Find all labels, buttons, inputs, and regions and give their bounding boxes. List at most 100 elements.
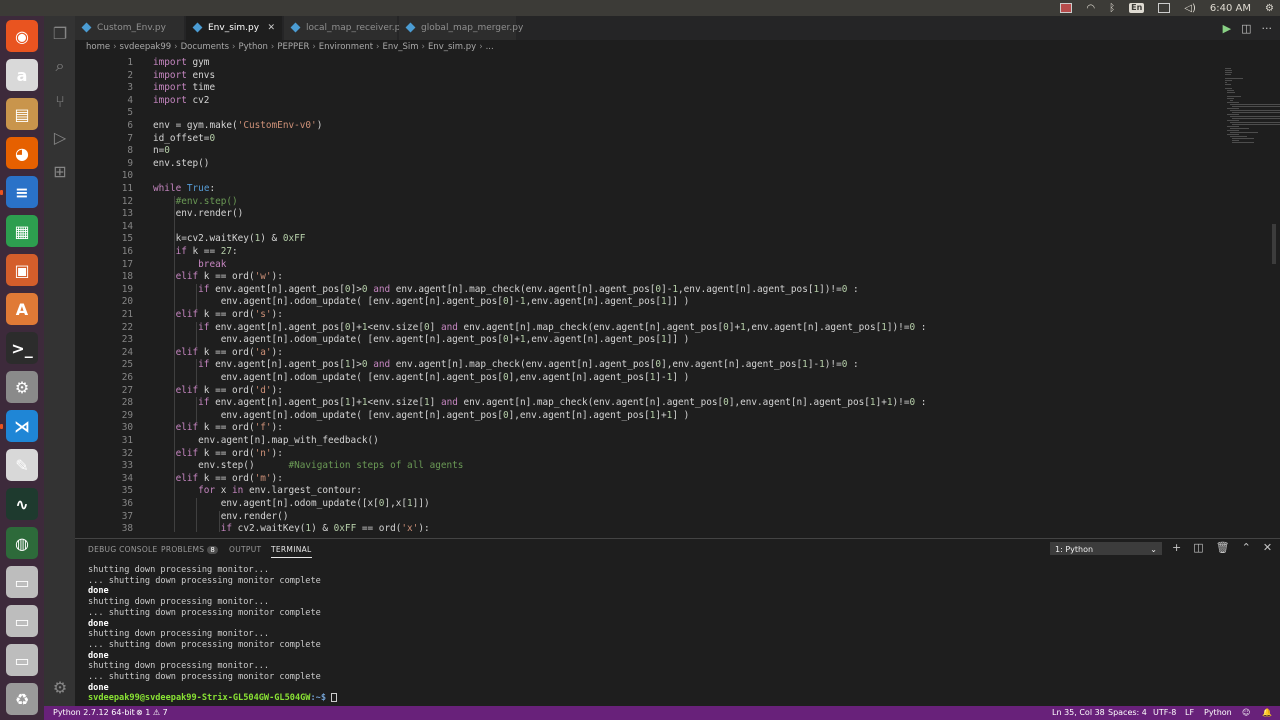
code-line[interactable]: 30 elif k == ord('f'): [75,422,1195,435]
code-line[interactable]: 8 n=0 [75,145,1195,158]
battery-icon[interactable] [1158,3,1171,13]
breadcrumb-item[interactable]: Python [238,42,267,52]
tab-problems[interactable]: PROBLEMS 8 [161,545,219,554]
trash-icon[interactable]: ♻ [6,683,38,715]
code-line[interactable]: 22 if env.agent[n].agent_pos[0]+1<env.si… [75,322,1195,335]
code-line[interactable]: 27 elif k == ord('d'): [75,385,1195,398]
clock[interactable]: 6:40 AM [1210,3,1251,14]
code-line[interactable]: 25 if env.agent[n].agent_pos[1]>0 and en… [75,359,1195,372]
files-icon[interactable]: ▤ [6,98,38,130]
split-terminal-icon[interactable]: ◫ [1193,541,1203,554]
problems-status[interactable]: ⊗ 1 ⚠ 7 [136,706,168,720]
breadcrumb-item[interactable]: ... [486,42,494,52]
software-center-icon[interactable]: A [6,293,38,325]
extensions-icon[interactable]: ⊞ [50,162,70,182]
breadcrumb-item[interactable]: Env_Sim [382,42,418,52]
more-actions-icon[interactable]: ··· [1262,22,1273,35]
code-line[interactable]: 37 env.render() [75,511,1195,524]
impress-icon[interactable]: ▣ [6,254,38,286]
code-line[interactable]: 12 #env.step() [75,196,1195,209]
close-icon[interactable]: ✕ [267,16,275,40]
end-of-line[interactable]: LF [1185,706,1194,720]
terminal-prompt[interactable]: svdeepak99@svdeepak99-Strix-GL504GW-GL50… [88,693,338,704]
python-interpreter[interactable]: Python 2.7.12 64-bit [53,706,135,720]
system-monitor-icon[interactable]: ∿ [6,488,38,520]
amazon-icon[interactable]: a [6,59,38,91]
new-terminal-icon[interactable]: + [1172,541,1181,554]
maximize-panel-icon[interactable]: ⌃ [1242,541,1251,554]
editor-scrollbar[interactable] [1272,224,1276,264]
debug-icon[interactable]: ▷ [50,128,70,148]
breadcrumb-item[interactable]: Env_sim.py [428,42,476,52]
split-editor-icon[interactable]: ◫ [1241,22,1251,35]
power-gear-icon[interactable]: ⚙ [1265,3,1274,14]
code-line[interactable]: 23 env.agent[n].odom_update( [env.agent[… [75,334,1195,347]
code-line[interactable]: 9 env.step() [75,158,1195,171]
code-line[interactable]: 11 while True: [75,183,1195,196]
drive-icon-2[interactable]: ▭ [6,605,38,637]
code-line[interactable]: 34 elif k == ord('m'): [75,473,1195,486]
code-line[interactable]: 3 import time [75,82,1195,95]
code-line[interactable]: 10 [75,170,1195,183]
code-line[interactable]: 2 import envs [75,70,1195,83]
code-line[interactable]: 13 env.render() [75,208,1195,221]
code-line[interactable]: 21 elif k == ord('s'): [75,309,1195,322]
writer-icon[interactable]: ≡ [6,176,38,208]
code-line[interactable]: 16 if k == 27: [75,246,1195,259]
wifi-icon[interactable]: ◠ [1086,3,1095,14]
breadcrumb-item[interactable]: PEPPER [277,42,309,52]
volume-icon[interactable]: ◁) [1184,3,1196,14]
code-line[interactable]: 36 env.agent[n].odom_update([x[0],x[1]]) [75,498,1195,511]
tab-terminal[interactable]: TERMINAL [271,545,312,558]
drive-icon-1[interactable]: ▭ [6,566,38,598]
code-line[interactable]: 29 env.agent[n].odom_update( [env.agent[… [75,410,1195,423]
code-line[interactable]: 7 id_offset=0 [75,133,1195,146]
code-line[interactable]: 14 [75,221,1195,234]
code-editor[interactable]: 1 import gym 2 import envs 3 import time 4 impo… [75,54,1280,532]
ubuntu-dash-icon[interactable]: ◉ [6,20,38,52]
code-line[interactable]: 19 if env.agent[n].agent_pos[0]>0 and en… [75,284,1195,297]
code-line[interactable]: 31 env.agent[n].map_with_feedback() [75,435,1195,448]
code-line[interactable]: 24 elif k == ord('a'): [75,347,1195,360]
tab-local-map-receiver[interactable]: local_map_receiver.py [284,16,406,40]
terminal-output[interactable]: shutting down processing monitor...... s… [88,565,338,704]
calc-icon[interactable]: ▦ [6,215,38,247]
firefox-icon[interactable]: ◕ [6,137,38,169]
code-line[interactable]: 6 env = gym.make('CustomEnv-v0') [75,120,1195,133]
code-line[interactable]: 28 if env.agent[n].agent_pos[1]+1<env.si… [75,397,1195,410]
code-line[interactable]: 38 if cv2.waitKey(1) & 0xFF == ord('x'): [75,523,1195,532]
explorer-icon[interactable]: ❐ [50,24,70,44]
indentation[interactable]: Spaces: 4 [1108,706,1147,720]
terminal-selector[interactable]: 1: Python ⌄ [1050,542,1162,555]
code-line[interactable]: 15 k=cv2.waitKey(1) & 0xFF [75,233,1195,246]
run-icon[interactable]: ▶ [1223,22,1231,35]
code-line[interactable]: 1 import gym [75,57,1195,70]
code-line[interactable]: 5 [75,107,1195,120]
code-line[interactable]: 32 elif k == ord('n'): [75,448,1195,461]
code-line[interactable]: 33 env.step() #Navigation steps of all a… [75,460,1195,473]
settings-icon[interactable]: ⚙ [6,371,38,403]
tab-custom-env[interactable]: Custom_Env.py [75,16,185,40]
indicator-icon[interactable] [1060,3,1073,13]
search-icon[interactable]: ⌕ [50,56,70,76]
feedback-icon[interactable]: ☺ [1242,706,1250,720]
terminal-icon[interactable]: >_ [6,332,38,364]
tab-output[interactable]: OUTPUT [229,545,261,554]
code-line[interactable]: 18 elif k == ord('w'): [75,271,1195,284]
close-panel-icon[interactable]: ✕ [1263,541,1272,554]
breadcrumb-item[interactable]: svdeepak99 [120,42,172,52]
tab-debug-console[interactable]: DEBUG CONSOLE [88,545,158,554]
source-control-icon[interactable]: ⑂ [50,92,70,112]
notifications-icon[interactable]: 🔔 [1262,706,1272,720]
tab-global-map-merger[interactable]: global_map_merger.py [399,16,523,40]
keyboard-layout-indicator[interactable]: En [1129,3,1145,13]
code-line[interactable]: 4 import cv2 [75,95,1195,108]
cursor-position[interactable]: Ln 35, Col 38 [1052,706,1105,720]
tab-env-sim[interactable]: Env_sim.py ✕ [186,16,283,40]
encoding[interactable]: UTF-8 [1153,706,1176,720]
text-editor-icon[interactable]: ✎ [6,449,38,481]
language-mode[interactable]: Python [1204,706,1232,720]
bluetooth-icon[interactable]: ᛒ [1109,3,1115,14]
globe-icon[interactable]: ◍ [6,527,38,559]
code-line[interactable]: 35 for x in env.largest_contour: [75,485,1195,498]
